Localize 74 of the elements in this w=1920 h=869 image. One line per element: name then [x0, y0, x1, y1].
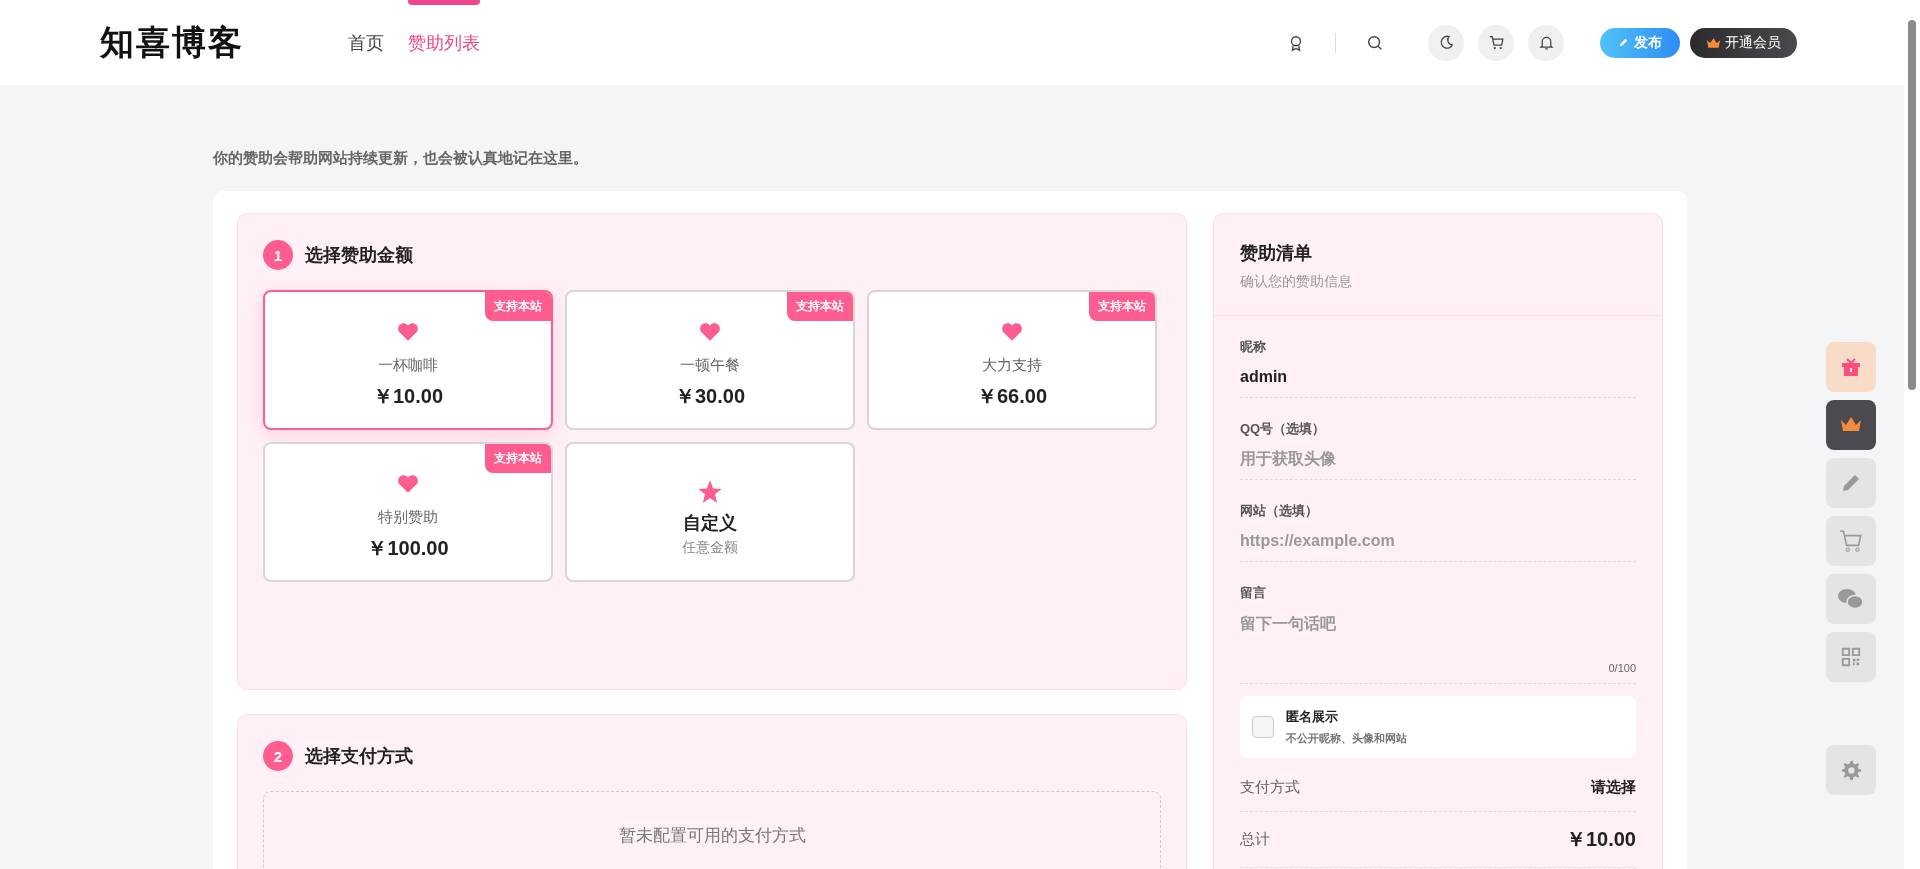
bell-icon: [1537, 34, 1555, 51]
cart-button[interactable]: [1826, 516, 1876, 566]
option-price: ￥66.00: [976, 384, 1048, 409]
summary-subtitle: 确认您的赞助信息: [1240, 273, 1353, 291]
option-name: 大力支持: [982, 356, 1042, 375]
notification-button[interactable]: [1528, 24, 1564, 61]
gift-button[interactable]: [1826, 342, 1876, 392]
checkbox[interactable]: [1252, 716, 1274, 738]
heart-icon: [397, 322, 419, 342]
option-name: 特别赞助: [378, 508, 438, 527]
dark-mode-button[interactable]: [1428, 24, 1464, 61]
heart-icon: [397, 474, 419, 494]
option-name: 自定义: [683, 512, 737, 535]
section-title: 选择支付方式: [305, 745, 413, 768]
character-counter: 0/100: [1608, 662, 1636, 674]
scrollbar[interactable]: [1904, 0, 1920, 869]
row-label: 总计: [1240, 830, 1270, 849]
anonymous-title: 匿名展示: [1286, 708, 1339, 726]
heart-icon: [699, 322, 721, 342]
message-field[interactable]: 留下一句话吧: [1240, 612, 1636, 662]
empty-message: 暂未配置可用的支付方式: [618, 825, 806, 847]
input-field[interactable]: 用于获取头像: [1240, 448, 1636, 470]
support-badge: 支持本站: [485, 444, 551, 473]
amount-option[interactable]: 支持本站 一顿午餐 ￥30.00: [565, 290, 855, 430]
crown-icon: [1706, 36, 1721, 49]
intro-text: 你的赞助会帮助网站持续更新，也会被认真地记在这里。: [213, 149, 589, 168]
anonymous-description: 不公开昵称、头像和网站: [1286, 731, 1407, 746]
amount-option[interactable]: 支持本站 大力支持 ￥66.00: [867, 290, 1157, 430]
support-badge: 支持本站: [1089, 292, 1155, 321]
field-label: QQ号（选填）: [1240, 420, 1327, 438]
option-price: ￥30.00: [674, 384, 746, 409]
row-label: 支付方式: [1240, 778, 1300, 797]
qrcode-button[interactable]: [1826, 632, 1876, 682]
option-price: ￥10.00: [372, 384, 444, 409]
settings-icon: [1840, 759, 1862, 781]
pencil-icon: [1618, 37, 1629, 48]
settings-button[interactable]: [1826, 745, 1876, 795]
row-value: ￥10.00: [1565, 827, 1636, 852]
amount-option[interactable]: 支持本站 特别赞助 ￥100.00: [263, 442, 553, 582]
search-icon[interactable]: [1366, 33, 1384, 52]
nav-link[interactable]: 首页: [348, 0, 384, 85]
cart-button[interactable]: [1478, 24, 1514, 61]
option-hint: 任意金额: [682, 539, 738, 557]
field-label: 昵称: [1240, 338, 1267, 356]
gift-icon: [1839, 355, 1863, 379]
chat-icon: [1837, 587, 1865, 611]
support-badge: 支持本站: [485, 292, 551, 321]
star-icon: [697, 479, 723, 505]
cart-icon: [1487, 34, 1505, 51]
field-label: 留言: [1240, 584, 1267, 602]
crown-button[interactable]: [1826, 400, 1876, 450]
option-price: ￥100.00: [367, 536, 449, 561]
qr-code-icon: [1840, 646, 1862, 668]
support-badge: 支持本站: [787, 292, 853, 321]
site-logo[interactable]: 知喜博客: [100, 19, 348, 66]
cart-icon: [1838, 528, 1864, 554]
field-label: 网站（选填）: [1240, 502, 1319, 520]
chat-button[interactable]: [1826, 574, 1876, 624]
option-name: 一杯咖啡: [378, 356, 438, 375]
row-value: 请选择: [1591, 778, 1636, 797]
step-number: 1: [263, 240, 293, 270]
summary-title: 赞助清单: [1240, 242, 1313, 265]
input-field[interactable]: admin: [1240, 366, 1636, 388]
step-number: 2: [263, 741, 293, 771]
option-name: 一顿午餐: [680, 356, 740, 375]
heart-icon: [1001, 322, 1023, 342]
anonymous-option[interactable]: 匿名展示 不公开昵称、头像和网站: [1240, 696, 1636, 758]
vip-button[interactable]: 开通会员: [1690, 27, 1797, 58]
custom-amount-option[interactable]: 自定义 任意金额: [565, 442, 855, 582]
section-title: 选择赞助金额: [305, 244, 413, 267]
amount-option[interactable]: 支持本站 一杯咖啡 ￥10.00: [263, 290, 553, 430]
input-field[interactable]: https://example.com: [1240, 530, 1636, 552]
pencil-button[interactable]: [1826, 458, 1876, 508]
nav-link[interactable]: 赞助列表: [408, 0, 480, 85]
